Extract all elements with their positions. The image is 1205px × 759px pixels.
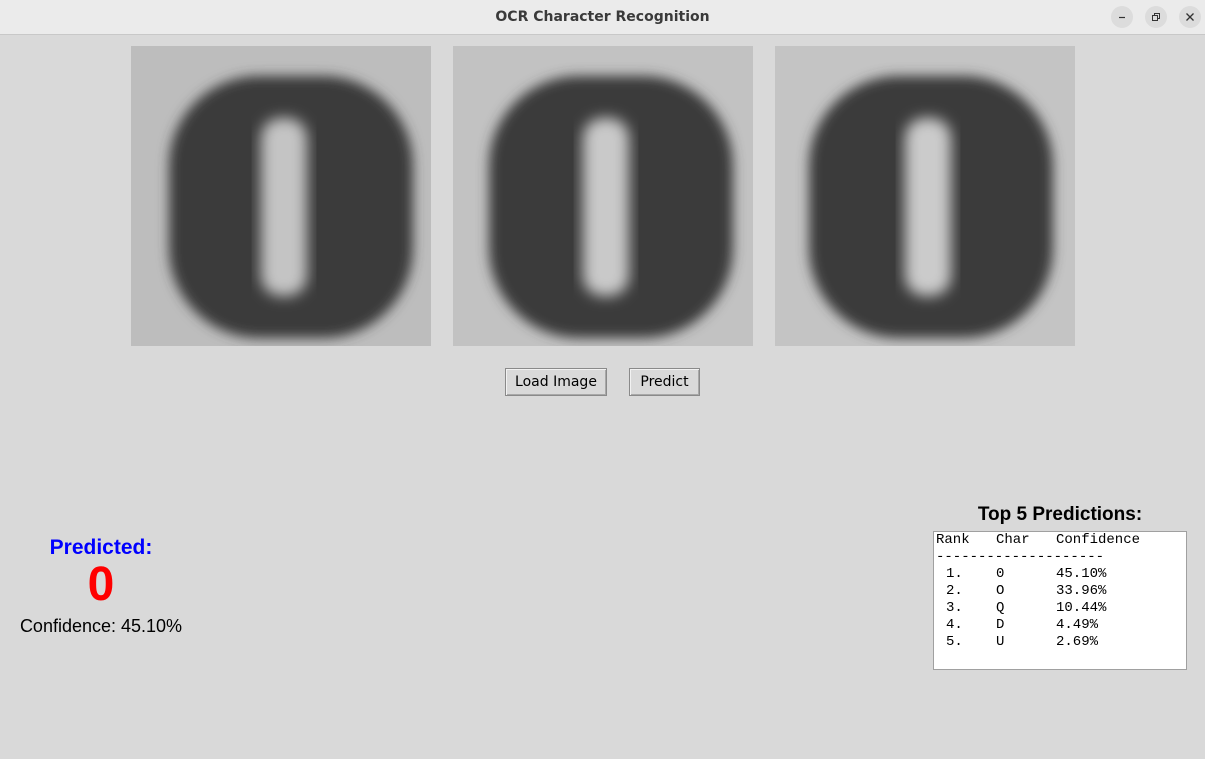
close-button[interactable] bbox=[1179, 6, 1201, 28]
predict-button[interactable]: Predict bbox=[629, 368, 700, 396]
row-confidence: 45.10% bbox=[1056, 566, 1107, 582]
predicted-character: 0 bbox=[87, 558, 115, 611]
maximize-button[interactable] bbox=[1145, 6, 1167, 28]
row-char: 0 bbox=[996, 566, 1005, 582]
top5-text-area[interactable]: Rank Char Confidence -------------------- … bbox=[933, 531, 1187, 670]
row-rank: 5. bbox=[946, 634, 963, 650]
top5-row: 1. 0 45.10% bbox=[936, 566, 1186, 583]
image-preview-3 bbox=[775, 46, 1075, 346]
row-char: Q bbox=[996, 600, 1005, 616]
top5-title: Top 5 Predictions: bbox=[977, 504, 1143, 525]
row-rank: 2. bbox=[946, 583, 963, 599]
row-confidence: 10.44% bbox=[1056, 600, 1107, 616]
load-image-button[interactable]: Load Image bbox=[505, 368, 607, 396]
minimize-icon bbox=[1119, 16, 1125, 19]
row-rank: 1. bbox=[946, 566, 963, 582]
row-char: D bbox=[996, 617, 1005, 633]
window-titlebar: OCR Character Recognition bbox=[0, 0, 1205, 35]
restore-icon bbox=[1152, 13, 1160, 21]
header-confidence: Confidence bbox=[1056, 532, 1141, 548]
row-rank: 3. bbox=[946, 600, 963, 616]
row-char: U bbox=[996, 634, 1005, 650]
minimize-button[interactable] bbox=[1111, 6, 1133, 28]
row-confidence: 33.96% bbox=[1056, 583, 1107, 599]
header-char: Char bbox=[996, 532, 1030, 548]
close-icon bbox=[1186, 13, 1194, 21]
row-char: O bbox=[996, 583, 1005, 599]
top5-row: 5. U 2.69% bbox=[936, 634, 1186, 651]
top5-row: 3. Q 10.44% bbox=[936, 600, 1186, 617]
header-rank: Rank bbox=[936, 532, 970, 548]
image-preview-1 bbox=[131, 46, 431, 346]
predicted-confidence: Confidence: 45.10% bbox=[19, 616, 183, 636]
top5-row: 2. O 33.96% bbox=[936, 583, 1186, 600]
top5-header-row: Rank Char Confidence bbox=[936, 532, 1186, 549]
top5-separator: -------------------- bbox=[936, 549, 1105, 565]
window-title: OCR Character Recognition bbox=[495, 9, 710, 25]
image-preview-2 bbox=[453, 46, 753, 346]
row-confidence: 2.69% bbox=[1056, 634, 1099, 650]
top5-row: 4. D 4.49% bbox=[936, 617, 1186, 634]
row-confidence: 4.49% bbox=[1056, 617, 1099, 633]
row-rank: 4. bbox=[946, 617, 963, 633]
